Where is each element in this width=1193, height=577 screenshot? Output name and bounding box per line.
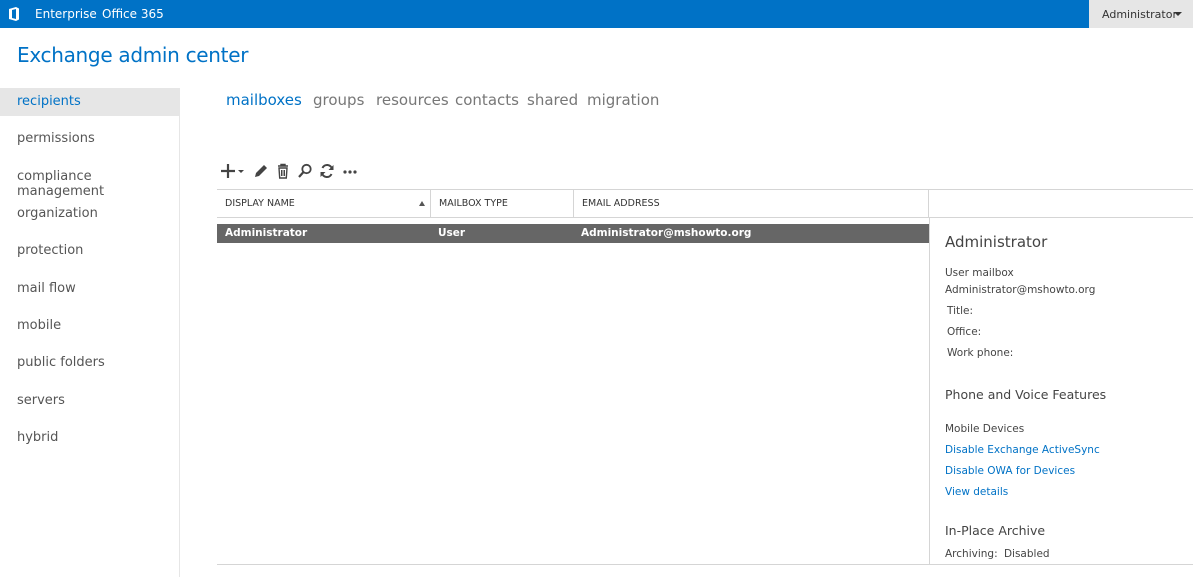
tab-mailboxes[interactable]: mailboxes [226, 91, 302, 109]
nav-item-mobile[interactable]: mobile [0, 312, 180, 340]
nav-item-servers[interactable]: servers [0, 387, 180, 415]
detail-office-label: Office: [947, 326, 982, 338]
tab-resources[interactable]: resources [376, 91, 449, 109]
disable-activesync-link[interactable]: Disable Exchange ActiveSync [945, 444, 1100, 456]
archiving-status: Archiving: Disabled [945, 548, 1050, 560]
left-navigation: recipients permissions compliance manage… [0, 88, 180, 577]
search-icon[interactable] [296, 162, 314, 180]
view-details-link[interactable]: View details [945, 486, 1008, 498]
column-header-mailbox-type[interactable]: MAILBOX TYPE [431, 190, 574, 217]
edit-icon[interactable] [252, 162, 270, 180]
cell-mailbox-type: User [438, 227, 466, 239]
column-label: MAILBOX TYPE [439, 198, 508, 209]
cell-email-address: Administrator@mshowto.org [581, 227, 752, 239]
nav-item-permissions[interactable]: permissions [0, 125, 180, 153]
column-header-email-address[interactable]: EMAIL ADDRESS [574, 190, 929, 217]
nav-item-hybrid[interactable]: hybrid [0, 424, 180, 452]
grid-header: DISPLAY NAME MAILBOX TYPE EMAIL ADDRESS [217, 189, 1193, 218]
nav-item-mail-flow[interactable]: mail flow [0, 275, 180, 303]
cell-display-name: Administrator [225, 227, 308, 239]
tab-groups[interactable]: groups [313, 91, 364, 109]
more-icon[interactable] [341, 162, 359, 180]
disable-owa-link[interactable]: Disable OWA for Devices [945, 465, 1075, 477]
detail-pane-divider [929, 218, 930, 564]
detail-title-label: Title: [947, 305, 974, 317]
page-title: Exchange admin center [17, 43, 249, 67]
phone-voice-section-heading: Phone and Voice Features [945, 387, 1107, 402]
chevron-down-icon [1174, 12, 1182, 16]
office-logo-icon[interactable] [6, 6, 22, 22]
add-icon[interactable] [220, 162, 246, 180]
detail-mailbox-type: User mailbox [945, 267, 1014, 279]
tab-shared[interactable]: shared [527, 91, 578, 109]
tab-contacts[interactable]: contacts [455, 91, 519, 109]
column-header-display-name[interactable]: DISPLAY NAME [217, 190, 431, 217]
archive-section-heading: In-Place Archive [945, 523, 1046, 538]
nav-item-organization[interactable]: organization [0, 200, 180, 228]
table-row[interactable]: Administrator User Administrator@mshowto… [217, 224, 929, 243]
nav-item-public-folders[interactable]: public folders [0, 349, 180, 377]
nav-item-compliance-management[interactable]: compliance management [0, 163, 180, 199]
column-label: EMAIL ADDRESS [582, 198, 660, 209]
nav-item-recipients[interactable]: recipients [0, 88, 180, 116]
archiving-label: Archiving: [945, 548, 998, 560]
column-label: DISPLAY NAME [225, 198, 295, 209]
user-menu[interactable]: Administrator [1089, 0, 1193, 28]
sort-ascending-icon [419, 201, 425, 206]
delete-icon[interactable] [274, 162, 292, 180]
detail-phone-label: Work phone: [947, 347, 1014, 359]
nav-item-protection[interactable]: protection [0, 237, 180, 265]
office365-link[interactable]: Office 365 [102, 7, 164, 21]
top-bar: Enterprise Office 365 Administrator [0, 0, 1193, 28]
detail-name: Administrator [945, 233, 1048, 251]
archiving-value: Disabled [1003, 548, 1050, 560]
tab-migration[interactable]: migration [587, 91, 659, 109]
mobile-devices-label: Mobile Devices [945, 423, 1025, 435]
refresh-icon[interactable] [318, 162, 336, 180]
user-name: Administrator [1102, 8, 1177, 21]
list-bottom-border [217, 564, 1193, 565]
enterprise-link[interactable]: Enterprise [35, 7, 97, 21]
detail-email: Administrator@mshowto.org [945, 284, 1096, 296]
